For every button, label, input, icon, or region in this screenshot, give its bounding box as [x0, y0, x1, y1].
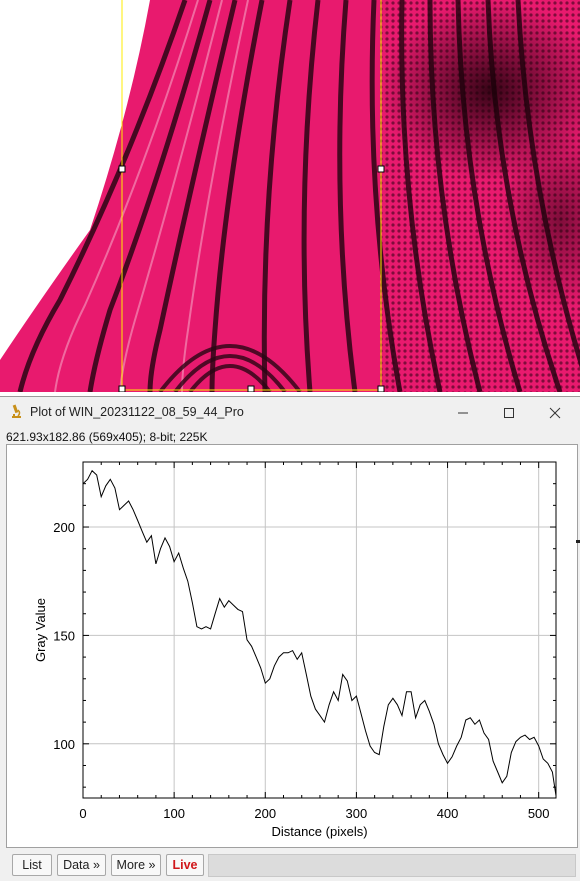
- y-tick-label: 150: [53, 628, 75, 643]
- plot-frame: [82, 461, 557, 799]
- x-tick-label: 400: [437, 806, 459, 821]
- x-tick-label: 500: [528, 806, 550, 821]
- maximize-icon: [504, 407, 514, 418]
- image-canvas[interactable]: [0, 0, 580, 392]
- y-axis-label: Gray Value: [33, 598, 48, 662]
- status-strip: [208, 854, 576, 877]
- minimize-icon: [458, 412, 468, 413]
- plot-panel[interactable]: 0 100 200 300 400 500 100 150 200 Distance (pixe…: [6, 444, 578, 848]
- minimize-button[interactable]: [440, 397, 486, 428]
- title-bar[interactable]: Plot of WIN_20231122_08_59_44_Pro: [0, 397, 580, 428]
- x-tick-label: 0: [79, 806, 86, 821]
- plot-window: Plot of WIN_20231122_08_59_44_Pro 621.93…: [0, 396, 580, 881]
- x-tick-label: 300: [346, 806, 368, 821]
- y-tick-label: 100: [53, 737, 75, 752]
- series-line: [82, 469, 557, 796]
- x-tick-label: 200: [254, 806, 276, 821]
- close-button[interactable]: [532, 397, 578, 428]
- x-axis-label: Distance (pixels): [271, 824, 367, 839]
- plot-button-bar: List Data » More » Live: [0, 852, 580, 882]
- window-title: Plot of WIN_20231122_08_59_44_Pro: [30, 405, 244, 419]
- window-edge-marker: [576, 540, 580, 543]
- live-button[interactable]: Live: [166, 854, 204, 876]
- more-button[interactable]: More »: [111, 854, 161, 876]
- image-info: 621.93x182.86 (569x405); 8-bit; 225K: [6, 430, 208, 444]
- close-icon: [549, 407, 561, 418]
- y-tick-label: 200: [53, 520, 75, 535]
- data-button[interactable]: Data »: [57, 854, 106, 876]
- profile-plot: 0 100 200 300 400 500 100 150 200 Distance (pixe…: [33, 461, 557, 839]
- microscope-icon: [12, 404, 21, 418]
- x-tick-label: 100: [163, 806, 185, 821]
- list-button[interactable]: List: [12, 854, 52, 876]
- maximize-button[interactable]: [486, 397, 532, 428]
